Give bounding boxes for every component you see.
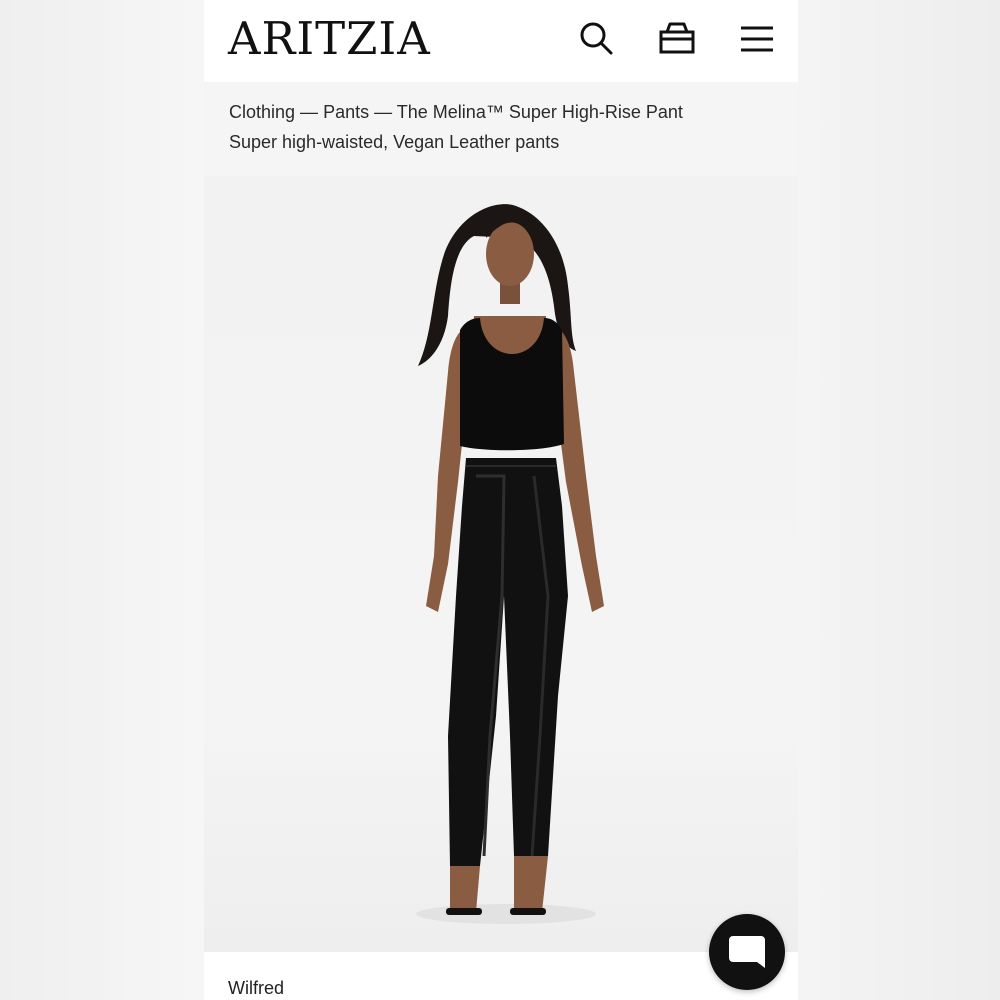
breadcrumb-separator: —: [369, 102, 397, 122]
breadcrumb-trail: Clothing — Pants — The Melina™ Super Hig…: [229, 102, 683, 123]
breadcrumb-clothing[interactable]: Clothing: [229, 102, 295, 122]
breadcrumb-product[interactable]: The Melina™ Super High-Rise Pant: [397, 102, 683, 122]
chat-button[interactable]: [709, 914, 785, 990]
product-description: Super high-waisted, Vegan Leather pants: [229, 132, 560, 152]
menu-icon[interactable]: [737, 18, 777, 58]
bag-icon[interactable]: [657, 18, 697, 58]
product-brand[interactable]: Wilfred: [228, 978, 284, 999]
search-icon[interactable]: [576, 18, 616, 58]
mobile-viewport: ARITZIA Clothing — Pants — The Melina™ S…: [204, 0, 798, 1000]
breadcrumb-separator: —: [295, 102, 324, 122]
chat-icon: [729, 936, 765, 968]
model-illustration: [416, 204, 604, 924]
breadcrumb: Clothing — Pants — The Melina™ Super Hig…: [204, 82, 798, 176]
site-header: ARITZIA: [204, 0, 798, 82]
aritzia-logo[interactable]: ARITZIA: [228, 14, 431, 64]
product-image[interactable]: [204, 176, 798, 952]
breadcrumb-pants[interactable]: Pants: [323, 102, 369, 122]
